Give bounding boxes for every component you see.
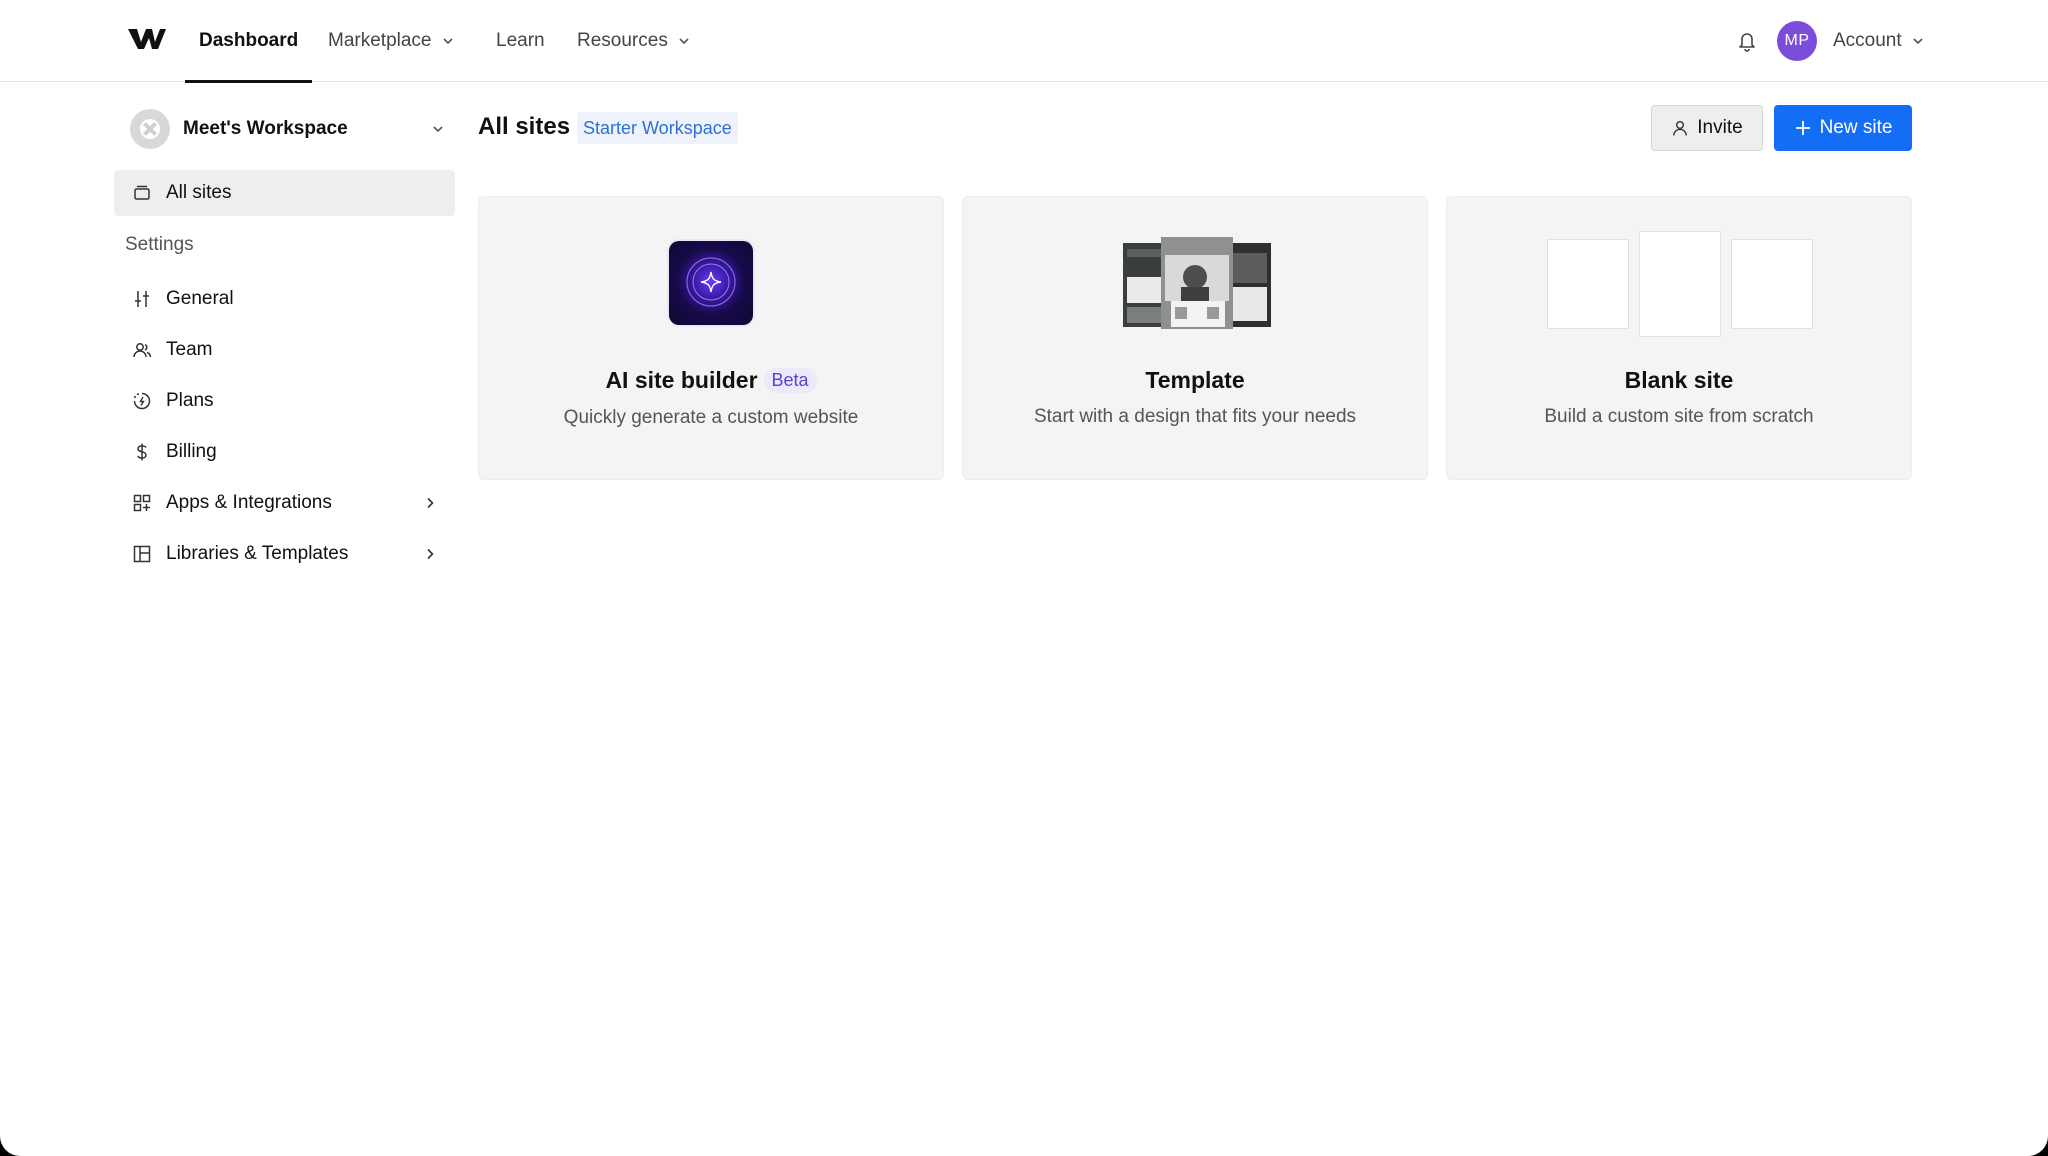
chevron-down-icon bbox=[433, 126, 443, 133]
sidebar-item-billing[interactable]: Billing bbox=[114, 429, 455, 475]
library-icon bbox=[133, 545, 151, 563]
nav-learn[interactable]: Learn bbox=[496, 0, 545, 82]
sidebar-item-plans[interactable]: Plans bbox=[114, 378, 455, 424]
invite-button[interactable]: Invite bbox=[1651, 105, 1763, 151]
apps-icon bbox=[133, 494, 151, 512]
chevron-right-icon bbox=[427, 548, 434, 560]
card-title: Blank site bbox=[1624, 367, 1734, 393]
card-subtitle: Quickly generate a custom website bbox=[563, 407, 859, 428]
workspace-plan-badge[interactable]: Starter Workspace bbox=[577, 112, 738, 144]
workspace-icon bbox=[130, 109, 170, 149]
sparkle-icon bbox=[686, 257, 736, 307]
plus-icon bbox=[1795, 121, 1810, 135]
sidebar-item-apps-integrations[interactable]: Apps & Integrations bbox=[114, 480, 455, 526]
workspace-name: Meet's Workspace bbox=[183, 118, 348, 139]
card-subtitle: Start with a design that fits your needs bbox=[1033, 406, 1357, 427]
workspace-switcher[interactable]: Meet's Workspace bbox=[130, 108, 450, 150]
nav-marketplace[interactable]: Marketplace bbox=[328, 0, 454, 82]
sidebar-item-general[interactable]: General bbox=[114, 276, 455, 322]
sliders-icon bbox=[135, 291, 149, 307]
webflow-logo-icon[interactable] bbox=[128, 26, 166, 52]
template-preview-image bbox=[1123, 237, 1271, 329]
blank-page-preview bbox=[1731, 239, 1813, 329]
nav-resources[interactable]: Resources bbox=[577, 0, 690, 82]
sidebar-item-all-sites[interactable]: All sites bbox=[114, 170, 455, 216]
plans-icon bbox=[133, 392, 151, 410]
bell-icon[interactable] bbox=[1737, 30, 1757, 52]
dollar-icon bbox=[137, 443, 147, 461]
chevron-down-icon bbox=[679, 38, 689, 45]
sidebar-item-team[interactable]: Team bbox=[114, 327, 455, 373]
avatar[interactable]: MP bbox=[1777, 21, 1817, 61]
settings-heading: Settings bbox=[125, 234, 194, 255]
workspace-logo-icon bbox=[140, 119, 160, 139]
page-title: All sites bbox=[478, 113, 571, 140]
account-menu[interactable]: Account bbox=[1833, 0, 1924, 82]
sidebar-item-libraries-templates[interactable]: Libraries & Templates bbox=[114, 531, 455, 577]
beta-badge: Beta bbox=[763, 368, 817, 393]
nav-dashboard[interactable]: Dashboard bbox=[184, 0, 313, 83]
top-nav: Dashboard Marketplace Learn Resources MP… bbox=[0, 0, 2048, 83]
card-title: Template bbox=[1145, 367, 1245, 393]
chevron-right-icon bbox=[427, 497, 434, 509]
blank-page-preview bbox=[1547, 239, 1629, 329]
blank-page-preview bbox=[1639, 231, 1721, 337]
new-site-button[interactable]: New site bbox=[1774, 105, 1912, 151]
template-card[interactable]: Template Start with a design that fits y… bbox=[962, 196, 1428, 480]
ai-sparkle-icon bbox=[669, 241, 753, 325]
card-subtitle: Build a custom site from scratch bbox=[1544, 406, 1814, 427]
app-window: Dashboard Marketplace Learn Resources MP… bbox=[0, 0, 2048, 1156]
card-title: AI site builder Beta bbox=[479, 367, 943, 394]
ai-site-builder-card[interactable]: AI site builder Beta Quickly generate a c… bbox=[478, 196, 944, 480]
user-icon bbox=[1673, 121, 1688, 136]
blank-site-card[interactable]: Blank site Build a custom site from scra… bbox=[1446, 196, 1912, 480]
chevron-down-icon bbox=[1913, 38, 1923, 45]
chevron-down-icon bbox=[442, 38, 453, 45]
users-icon bbox=[133, 343, 152, 358]
sites-icon bbox=[134, 185, 150, 200]
